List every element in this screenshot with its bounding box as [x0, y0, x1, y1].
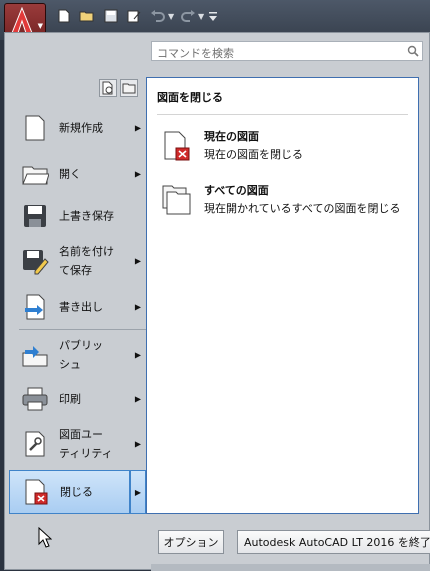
publish-icon: [22, 346, 48, 367]
print-icon: [22, 387, 48, 411]
menu-item-label: 閉じる: [60, 485, 93, 499]
command-search-input[interactable]: コマンドを検索: [151, 41, 423, 61]
item-title: 現在の図面: [204, 130, 259, 143]
autocad-logo-icon: [11, 7, 33, 34]
close-all-drawings-icon: [162, 185, 191, 215]
submenu-arrow-icon: ▶: [134, 169, 141, 179]
qa-redo-icon[interactable]: [180, 9, 196, 25]
menu-item-save-as[interactable]: 名前を付け て保存 ▶: [9, 235, 146, 287]
item-description: 現在の図面を閉じる: [204, 148, 303, 161]
submenu-arrow-icon: ▶: [134, 439, 141, 449]
recent-documents-button[interactable]: [99, 79, 117, 97]
menu-item-new[interactable]: 新規作成 ▶: [9, 105, 146, 151]
new-doc-icon: [25, 115, 45, 141]
menu-item-drawing-utilities[interactable]: 図面ユー ティリティ ▶: [9, 419, 146, 469]
menu-item-label: 新規作成: [59, 121, 103, 135]
submenu-arrow-icon: ▶: [134, 123, 141, 133]
options-button[interactable]: オプション: [158, 530, 224, 554]
menu-item-save[interactable]: 上書き保存: [9, 197, 146, 235]
panel-divider: [157, 114, 408, 115]
redo-dropdown-icon[interactable]: ▼: [198, 12, 204, 21]
drawing-utilities-icon: [25, 431, 45, 457]
close-submenu-panel: 図面を閉じる 現在の図面 現在の図面を閉じる すべての図面 現在開かれているすべ…: [146, 77, 419, 514]
close-all-drawings-item[interactable]: すべての図面 現在開かれているすべての図面を閉じる: [157, 182, 407, 218]
save-icon: [24, 205, 46, 227]
submenu-arrow-icon: ▶: [134, 394, 141, 404]
menu-item-close[interactable]: 閉じる: [9, 470, 130, 514]
menu-item-label: 上書き保存: [59, 209, 114, 223]
menu-item-label: 書き出し: [59, 300, 103, 314]
menu-item-publish[interactable]: パブリッ シュ ▶: [9, 331, 146, 379]
undo-dropdown-icon[interactable]: ▼: [168, 12, 174, 21]
export-icon: [25, 294, 45, 320]
search-icon[interactable]: [407, 45, 419, 57]
recent-documents-icon: [102, 81, 113, 95]
qa-save-icon[interactable]: [104, 9, 120, 25]
item-description: 現在開かれているすべての図面を閉じる: [204, 202, 401, 215]
menu-item-label: パブリッ シュ: [59, 339, 103, 371]
menu-item-export[interactable]: 書き出し ▶: [9, 287, 146, 327]
app-menu-arrow-icon: ▼: [37, 22, 43, 30]
submenu-arrow-icon: ▶: [134, 350, 141, 360]
mouse-cursor-icon: [38, 527, 52, 548]
submenu-arrow-icon: ▶: [134, 302, 141, 312]
qa-customize-icon[interactable]: [208, 9, 224, 25]
save-as-icon: [23, 250, 49, 275]
submenu-arrow-icon[interactable]: ▶: [130, 470, 146, 514]
close-current-drawing-icon: [164, 131, 190, 161]
menu-item-label: 名前を付け て保存: [59, 245, 114, 277]
qa-open-icon[interactable]: [79, 9, 95, 25]
menu-item-label: 開く: [59, 167, 81, 181]
close-doc-icon: [25, 479, 48, 505]
menu-separator: [19, 329, 147, 330]
panel-title: 図面を閉じる: [157, 91, 223, 104]
submenu-arrow-icon: ▶: [134, 256, 141, 266]
qa-undo-icon[interactable]: [150, 9, 166, 25]
open-documents-icon: [122, 83, 136, 94]
application-menu-pane: コマンドを検索 新規作成 ▶ 開く ▶ 上書き保存 名前を付け て保存 ▶ 書き…: [4, 32, 430, 571]
search-placeholder: コマンドを検索: [157, 47, 234, 60]
menu-item-label: 図面ユー ティリティ: [59, 428, 113, 460]
item-title: すべての図面: [204, 184, 269, 197]
menu-item-label: 印刷: [59, 392, 81, 406]
menu-item-open[interactable]: 開く ▶: [9, 151, 146, 197]
qa-new-icon[interactable]: [57, 9, 73, 25]
qa-plot-icon[interactable]: [127, 9, 143, 25]
folder-icon: [22, 166, 49, 185]
open-documents-button[interactable]: [120, 79, 138, 97]
menu-item-print[interactable]: 印刷 ▶: [9, 379, 146, 419]
exit-application-button[interactable]: Autodesk AutoCAD LT 2016 を終了: [237, 530, 430, 554]
close-current-drawing-item[interactable]: 現在の図面 現在の図面を閉じる: [157, 128, 407, 164]
